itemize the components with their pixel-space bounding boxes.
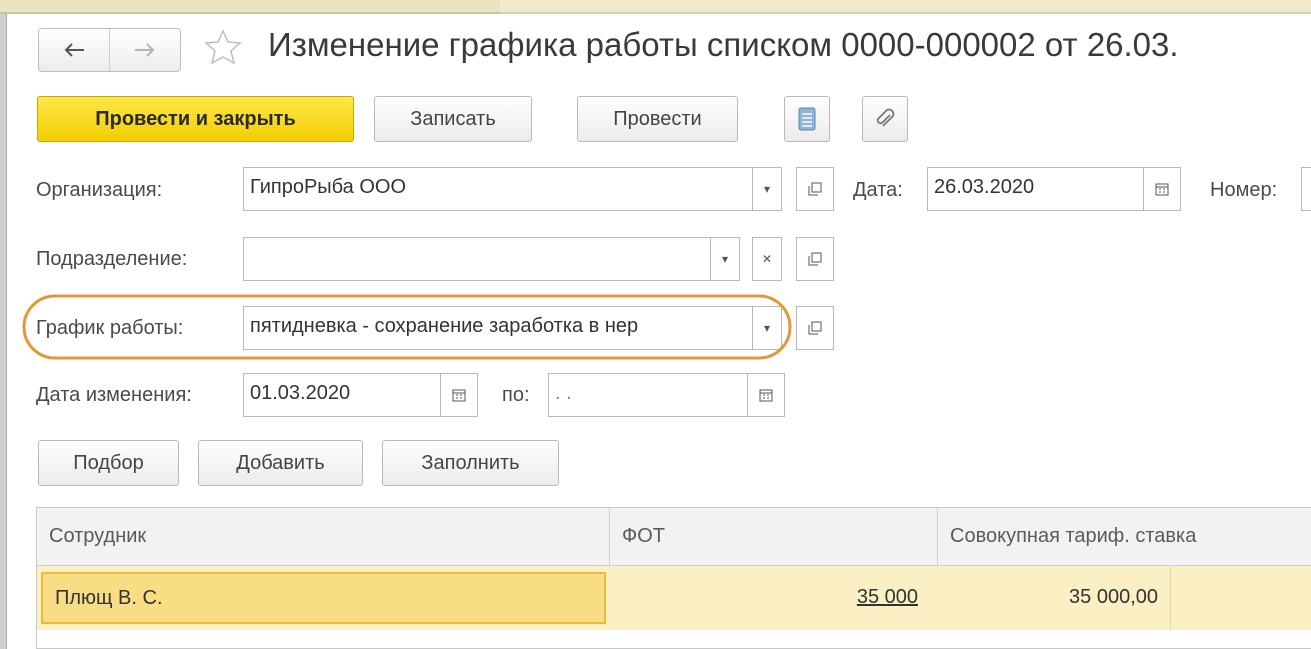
favorite-star-button[interactable] (203, 28, 243, 68)
employee-cell[interactable]: Плющ В. С. (41, 572, 606, 624)
arrow-right-icon (135, 43, 155, 57)
highlight-oval (22, 294, 792, 360)
page-title: Изменение графика работы списком 0000-00… (268, 26, 1179, 63)
to-label: по: (502, 384, 530, 406)
organization-open-button[interactable] (796, 167, 834, 211)
calendar-icon (452, 389, 466, 402)
post-and-close-button[interactable]: Провести и закрыть (37, 96, 354, 142)
open-window-icon (808, 321, 822, 335)
number-label: Номер: (1210, 179, 1278, 201)
change-date-field[interactable]: 01.03.2020 (243, 373, 441, 417)
window-top-strip (0, 0, 500, 14)
date-calendar-button[interactable] (1143, 167, 1181, 211)
document-list-icon (798, 107, 816, 131)
chevron-down-icon: ▾ (763, 182, 771, 196)
open-window-icon (808, 252, 822, 266)
calendar-icon (1155, 183, 1169, 196)
organization-label: Организация: (36, 179, 163, 201)
calendar-icon (759, 389, 773, 402)
department-clear-button[interactable]: ✕ (752, 237, 782, 281)
star-icon (204, 29, 242, 65)
arrow-left-icon (64, 43, 84, 57)
fot-cell[interactable]: 35 000 (610, 566, 930, 630)
column-rate[interactable]: Совокупная тариф. ставка (938, 508, 1311, 566)
post-button[interactable]: Провести (577, 96, 738, 142)
back-button[interactable] (39, 29, 109, 71)
forward-button[interactable] (109, 29, 180, 71)
rate-cell[interactable]: 35 000,00 (938, 566, 1170, 630)
paperclip-icon (876, 108, 895, 127)
change-date-calendar-button[interactable] (440, 373, 478, 417)
date-field[interactable]: 26.03.2020 (927, 167, 1144, 211)
department-dropdown-button[interactable]: ▾ (710, 237, 740, 281)
column-employee[interactable]: Сотрудник (37, 508, 610, 566)
number-field[interactable] (1301, 167, 1311, 211)
organization-field[interactable]: ГипроРыба ООО (243, 167, 753, 211)
report-button[interactable] (784, 96, 830, 142)
date-label: Дата: (853, 179, 903, 201)
department-label: Подразделение: (36, 248, 188, 270)
chevron-down-icon: ▾ (721, 252, 729, 266)
employee-table: Сотрудник ФОТ Совокупная тариф. ставка П… (36, 507, 1311, 649)
clear-icon: ✕ (761, 252, 773, 266)
department-field[interactable] (243, 237, 711, 281)
save-button[interactable]: Записать (374, 96, 532, 142)
organization-dropdown-button[interactable]: ▾ (752, 167, 782, 211)
attach-button[interactable] (862, 96, 908, 142)
pick-button[interactable]: Подбор (38, 440, 179, 486)
window-left-border (0, 14, 7, 649)
window-top-strip-right (500, 0, 1311, 14)
nav-button-group (38, 28, 181, 72)
fill-button[interactable]: Заполнить (382, 440, 559, 486)
add-button[interactable]: Добавить (198, 440, 363, 486)
to-date-field[interactable]: . . (548, 373, 748, 417)
table-row[interactable]: Плющ В. С. 35 000 35 000,00 (37, 566, 1311, 630)
column-fot[interactable]: ФОТ (610, 508, 938, 566)
change-date-label: Дата изменения: (36, 384, 192, 406)
department-open-button[interactable] (796, 237, 834, 281)
column-divider (1170, 566, 1171, 630)
to-date-calendar-button[interactable] (747, 373, 785, 417)
table-header: Сотрудник ФОТ Совокупная тариф. ставка (37, 508, 1311, 566)
schedule-open-button[interactable] (796, 306, 834, 350)
open-window-icon (808, 182, 822, 196)
